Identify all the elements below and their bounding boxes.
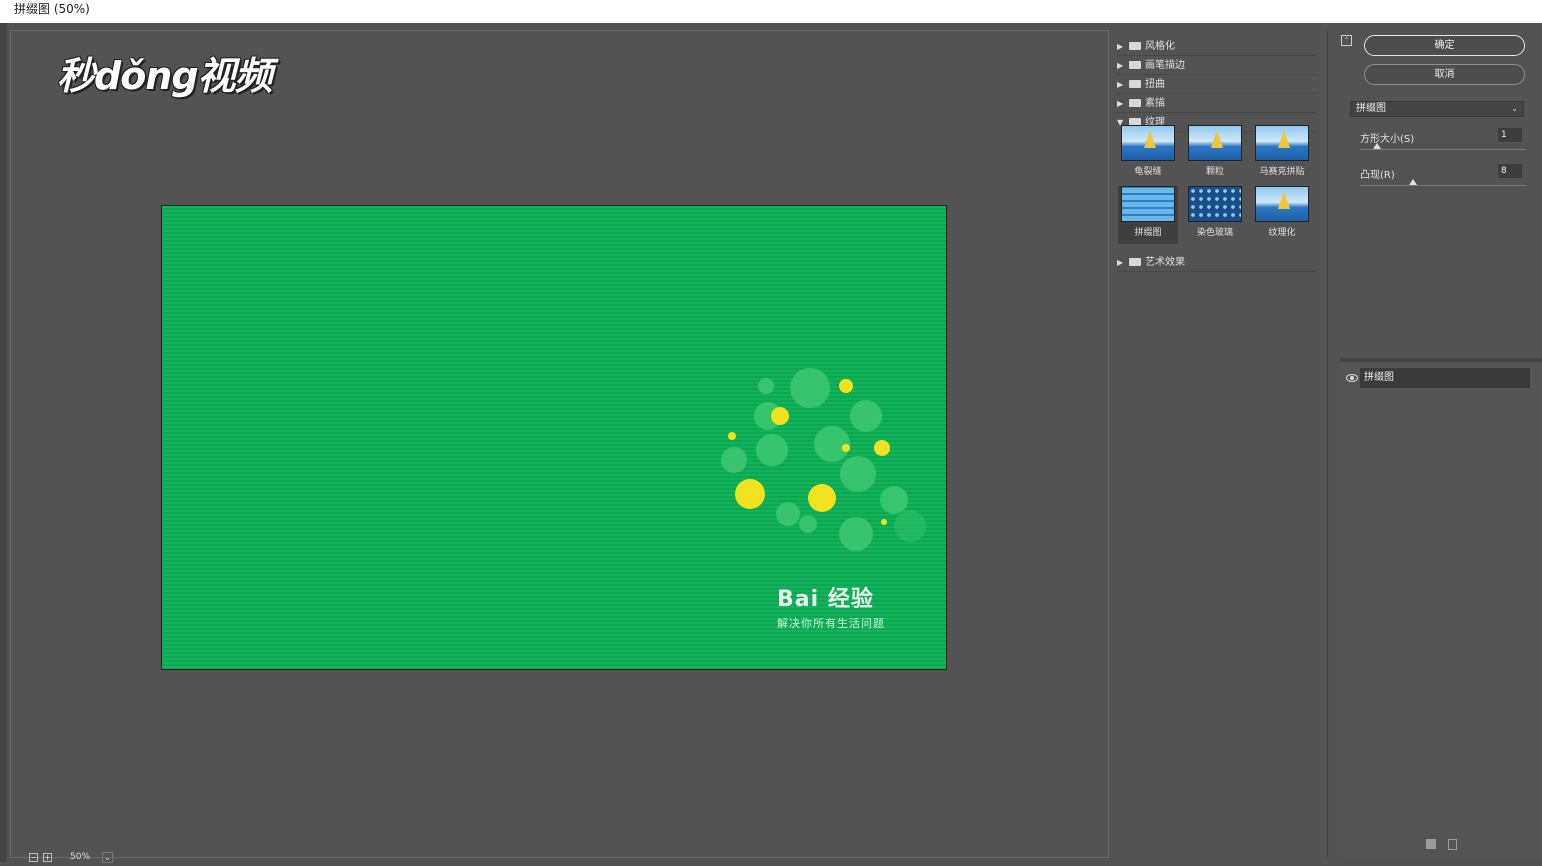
zoom-level: 50% — [70, 852, 91, 862]
zoom-dropdown-icon[interactable]: ⌄ — [102, 852, 113, 863]
left-edge-strip — [0, 23, 7, 862]
eye-icon[interactable] — [1346, 374, 1358, 382]
filter-thumbnail[interactable]: 颗粒 — [1185, 125, 1245, 183]
folder-icon — [1129, 61, 1141, 69]
param-slider-thumb[interactable] — [1372, 143, 1381, 149]
filter-category-label: 画笔描边 — [1145, 60, 1185, 71]
preview-area[interactable]: 秒dǒng视频 Bai 经验 解决你所有生活问题 − + 50% ⌄ — [10, 30, 1109, 863]
filter-category-label: 素描 — [1145, 98, 1165, 109]
filter-thumbnail-image — [1255, 186, 1309, 222]
brand-subtitle: 解决你所有生活问题 — [777, 617, 885, 630]
video-watermark: 秒dǒng视频 — [57, 54, 273, 98]
window-title: 拼缀图 (50%) — [14, 2, 90, 16]
filter-select-value: 拼缀图 — [1356, 103, 1386, 114]
effect-layers-panel: 拼缀图 — [1340, 361, 1542, 858]
filter-thumbnail-label: 纹理化 — [1268, 228, 1296, 238]
bubble-illustration — [721, 368, 926, 551]
zoom-bar: − + 50% ⌄ — [21, 848, 221, 866]
filter-category[interactable]: ▶ 艺术效果 — [1117, 254, 1317, 272]
filter-gallery-dialog: 秒dǒng视频 Bai 经验 解决你所有生活问题 − + 50% ⌄ ▶ 风格化… — [0, 23, 1542, 863]
filter-category[interactable]: ▶ 风格化 — [1117, 38, 1317, 56]
filter-category-label: 艺术效果 — [1145, 257, 1185, 268]
triangle-right-icon: ▶ — [1117, 42, 1124, 51]
filter-thumbnail-image — [1188, 125, 1242, 161]
trash-icon[interactable] — [1448, 839, 1457, 850]
triangle-right-icon: ▶ — [1117, 80, 1124, 89]
chevron-down-icon: ⌄ — [1511, 104, 1518, 113]
folder-icon — [1129, 99, 1141, 107]
filter-thumbnail-label: 染色玻璃 — [1196, 228, 1233, 238]
folder-icon — [1129, 80, 1141, 88]
param-label: 凸现(R) — [1360, 170, 1395, 181]
filter-category[interactable]: ▶ 画笔描边 — [1117, 57, 1317, 75]
filter-category[interactable]: ▶ 扭曲 — [1117, 76, 1317, 94]
filter-thumbnail[interactable]: 拼缀图 — [1118, 186, 1178, 244]
filter-thumbnail[interactable]: 纹理化 — [1252, 186, 1312, 244]
effect-layer-item[interactable]: 拼缀图 — [1360, 368, 1530, 388]
filter-thumbnail-label: 龟裂缝 — [1134, 167, 1162, 177]
triangle-right-icon: ▶ — [1117, 99, 1124, 108]
param-value-input[interactable]: 1 — [1498, 128, 1522, 142]
param-slider-thumb[interactable] — [1409, 179, 1418, 185]
filter-list-panel: ▶ 风格化 ▶ 画笔描边 ▶ 扭曲 ▶ 素描 ▼ 纹理 龟裂缝 颗粒 马赛克拼贴 拼缀图 染色玻璃 纹理化 ▶ 艺… — [1113, 30, 1328, 858]
filter-select[interactable]: 拼缀图 ⌄ — [1350, 101, 1524, 117]
filter-category[interactable]: ▶ 素描 — [1117, 95, 1317, 113]
filter-category-label: 扭曲 — [1145, 79, 1165, 90]
filter-thumbnail[interactable]: 马赛克拼贴 — [1252, 125, 1312, 183]
filter-thumbnail-image — [1121, 125, 1175, 161]
param-label: 方形大小(S) — [1360, 134, 1415, 145]
zoom-out-button[interactable]: − — [29, 853, 38, 862]
filter-thumbnail[interactable]: 龟裂缝 — [1118, 125, 1178, 183]
brand-title: Bai 经验 — [777, 587, 874, 612]
folder-icon — [1129, 42, 1141, 50]
filter-thumbnail-image — [1255, 125, 1309, 161]
cancel-button[interactable]: 取消 — [1364, 64, 1525, 85]
new-effect-layer-icon[interactable] — [1426, 839, 1436, 849]
filter-category-label: 风格化 — [1145, 41, 1175, 52]
filter-thumbnail-image — [1188, 186, 1242, 222]
triangle-right-icon: ▶ — [1117, 258, 1124, 267]
window-title-bar: 拼缀图 (50%) — [0, 0, 1542, 23]
brand-logo: Bai 经验 解决你所有生活问题 — [777, 581, 885, 631]
param-slider-track[interactable] — [1360, 185, 1526, 186]
filter-thumbnail-label: 马赛克拼贴 — [1259, 167, 1305, 177]
collapse-icon[interactable]: ⌃ — [1341, 35, 1352, 46]
filter-thumbnail-label: 拼缀图 — [1134, 228, 1162, 238]
ok-button[interactable]: 确定 — [1364, 35, 1525, 56]
param-value-input[interactable]: 8 — [1498, 164, 1522, 178]
zoom-in-button[interactable]: + — [43, 853, 52, 862]
filter-thumbnail[interactable]: 染色玻璃 — [1185, 186, 1245, 244]
filter-thumbnail-label: 颗粒 — [1205, 167, 1224, 177]
param-slider-track[interactable] — [1360, 149, 1526, 150]
filter-controls-panel: ⌃ 确定 取消 拼缀图 ⌄ 方形大小(S) 1 凸现(R) 8 拼缀图 — [1330, 30, 1542, 858]
folder-icon — [1129, 258, 1141, 266]
filter-thumbnail-image — [1121, 186, 1175, 222]
preview-image[interactable]: Bai 经验 解决你所有生活问题 — [161, 205, 947, 670]
triangle-right-icon: ▶ — [1117, 61, 1124, 70]
